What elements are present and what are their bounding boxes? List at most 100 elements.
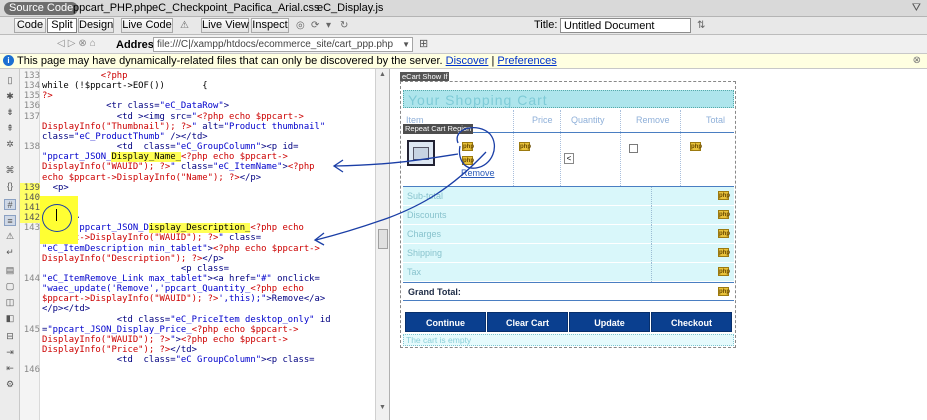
update-button[interactable]: Update: [569, 312, 650, 332]
code-line[interactable]: $ppcart->DisplayInfo("WAUID"); ?>',this)…: [42, 294, 325, 304]
checkout-button[interactable]: Checkout: [651, 312, 732, 332]
source-code-tab[interactable]: Source Code: [4, 2, 79, 15]
code-line[interactable]: DisplayInfo("Thumbnail"); ?>" alt="Produ…: [42, 122, 325, 132]
show-code-navigator-icon[interactable]: ✱: [4, 91, 16, 102]
preview-globe-icon[interactable]: ◎: [296, 19, 305, 32]
info-bar: i This page may have dynamically-related…: [0, 54, 927, 69]
syntax-error-icon[interactable]: ⚠: [4, 231, 16, 242]
summary-charges: Charges php: [403, 225, 734, 244]
code-token: >Remove</a>: [266, 294, 326, 305]
header-total: Total: [706, 115, 726, 125]
code-token: while (!$ppcart->EOF()) {: [42, 81, 208, 92]
line-number: 144: [23, 274, 40, 284]
refresh-design-icon[interactable]: ⟳: [311, 19, 319, 32]
code-line[interactable]: echo $ppcart->DisplayInfo("Name"); ?></p…: [42, 173, 261, 183]
code-token: ',this);": [218, 294, 267, 305]
code-token: "#": [255, 274, 272, 284]
code-line[interactable]: "eC_ItemRemove_Link max_tablet"><a href=…: [42, 274, 320, 284]
chevron-down-icon[interactable]: ▼: [402, 38, 410, 51]
expand-all-icon[interactable]: ✲: [4, 139, 16, 150]
code-token: "eC_DataRow": [159, 101, 224, 112]
code-line[interactable]: <p>: [42, 183, 69, 193]
code-token: <?php: [287, 162, 315, 173]
select-parent-tag-icon[interactable]: ⌘: [4, 165, 16, 176]
recent-snippets-icon[interactable]: ◧: [4, 313, 16, 324]
code-line[interactable]: DisplayInfo("Price"); ?></td>: [42, 345, 197, 355]
quantity-button[interactable]: <: [564, 153, 574, 164]
view-options-icon[interactable]: ⊞: [419, 37, 428, 50]
preferences-link[interactable]: Preferences: [497, 55, 556, 67]
clear-cart-button[interactable]: Clear Cart: [487, 312, 568, 332]
open-documents-icon[interactable]: ▯: [4, 75, 16, 86]
product-thumbnail[interactable]: [407, 140, 435, 166]
code-line[interactable]: <p class=: [42, 264, 229, 274]
split-view-button[interactable]: Split: [47, 18, 77, 33]
remove-checkbox[interactable]: [629, 144, 638, 153]
apply-comment-icon[interactable]: ▤: [4, 265, 16, 276]
code-line[interactable]: DisplayInfo("WAUID"); ?>"><?php echo $pp…: [42, 335, 288, 345]
code-line[interactable]: "eC_ItemDescription min_tablet"><?php ec…: [42, 244, 320, 254]
code-token: "eC_ItemRemove_Link max_tablet": [42, 274, 208, 284]
code-line[interactable]: ?>: [42, 91, 53, 101]
repeat-region-label: Repeat Cart Region: [403, 124, 474, 134]
row-divider: [651, 225, 652, 244]
code-line[interactable]: <td class="eC GroupColumn"><p class=: [42, 355, 315, 365]
design-view-button[interactable]: Design: [78, 18, 114, 33]
inspect-button[interactable]: Inspect: [251, 18, 289, 33]
remove-link[interactable]: Remove: [461, 168, 495, 178]
nav-buttons[interactable]: ◁▷⊗⌂: [57, 38, 99, 49]
move-css-icon[interactable]: ⊟: [4, 331, 16, 342]
code-line[interactable]: <tr class="eC_DataRow">: [42, 101, 229, 111]
file-tab-ppcart[interactable]: ppcart_PHP.php: [73, 2, 152, 15]
format-source-icon[interactable]: ⚙: [4, 379, 16, 390]
document-title-input[interactable]: [560, 18, 691, 33]
code-line[interactable]: DisplayInfo("WAUID"); ?>" class="eC_Item…: [42, 162, 315, 172]
code-line[interactable]: class="eC_ProductThumb" /></td>: [42, 132, 208, 142]
code-line[interactable]: <td class="eC_GroupColumn"><p id=: [42, 142, 299, 152]
code-scrollbar[interactable]: ▲ ▼: [375, 69, 389, 420]
code-line[interactable]: <p id="ppcart_JSON_Display_Description_<…: [42, 223, 304, 234]
address-input[interactable]: file:///C|/xampp/htdocs/ecommerce_site/c…: [153, 37, 413, 52]
code-token: <?php echo $ppcart->: [180, 152, 288, 163]
code-token: <tr class=: [42, 101, 160, 112]
browser-check-icon[interactable]: ⚠: [180, 19, 189, 32]
indent-icon[interactable]: ⇥: [4, 347, 16, 358]
code-line[interactable]: "ppcart_JSON_Display_Name_<?php echo $pp…: [42, 152, 288, 163]
code-line[interactable]: DisplayInfo("Description"); ?></p>: [42, 254, 224, 264]
code-line[interactable]: <td class="eC_PriceItem desktop_only" id: [42, 315, 331, 325]
code-line[interactable]: "waec_update('Remove','ppcart_Quantity_<…: [42, 284, 304, 294]
code-line[interactable]: <?php: [42, 71, 128, 81]
options-icon[interactable]: ▾: [326, 19, 331, 32]
remove-comment-icon[interactable]: ▢: [4, 281, 16, 292]
continue-shopping-button[interactable]: Continue Shopping: [405, 312, 486, 348]
line-numbers-icon[interactable]: #: [4, 199, 16, 210]
code-token: <?php echo $ppcart->: [180, 334, 288, 345]
live-code-button[interactable]: Live Code: [121, 18, 173, 33]
file-management-icon[interactable]: ⇅: [697, 19, 705, 32]
file-tab-css[interactable]: eC_Checkpoint_Pacifica_Arial.css: [152, 2, 320, 15]
discover-link[interactable]: Discover: [446, 55, 489, 67]
shipping-label: Shipping: [407, 248, 443, 258]
word-wrap-icon[interactable]: ↵: [4, 247, 16, 258]
code-line[interactable]: <td ><img src="<?php echo $ppcart->: [42, 112, 304, 122]
scroll-thumb[interactable]: [378, 229, 388, 249]
scroll-down-icon[interactable]: ▼: [379, 404, 386, 411]
balance-braces-icon[interactable]: {}: [4, 181, 16, 192]
info-icon: i: [3, 55, 14, 66]
file-tab-js[interactable]: eC_Display.js: [317, 2, 383, 15]
collapse-selection-icon[interactable]: ⇞: [4, 123, 16, 134]
highlight-invalid-icon[interactable]: ≡: [4, 215, 16, 226]
code-line[interactable]: </p></td>: [42, 304, 90, 314]
code-view-button[interactable]: Code: [14, 18, 46, 33]
live-view-button[interactable]: Live View: [201, 18, 249, 33]
outdent-icon[interactable]: ⇤: [4, 363, 16, 374]
code-line[interactable]: while (!$ppcart->EOF()) {: [42, 81, 208, 91]
wrap-tag-icon[interactable]: ◫: [4, 297, 16, 308]
code-line[interactable]: ="ppcart_JSON_Display_Price_<?php echo $…: [42, 325, 299, 335]
filter-icon[interactable]: ⛛: [912, 2, 921, 15]
refresh-icon[interactable]: ↻: [340, 19, 348, 32]
scroll-up-icon[interactable]: ▲: [379, 71, 386, 78]
collapse-tag-icon[interactable]: ⇟: [4, 107, 16, 118]
code-pane[interactable]: <?php while (!$ppcart->EOF()) {?> <tr cla…: [40, 69, 375, 420]
close-icon[interactable]: ⊗: [913, 54, 921, 68]
